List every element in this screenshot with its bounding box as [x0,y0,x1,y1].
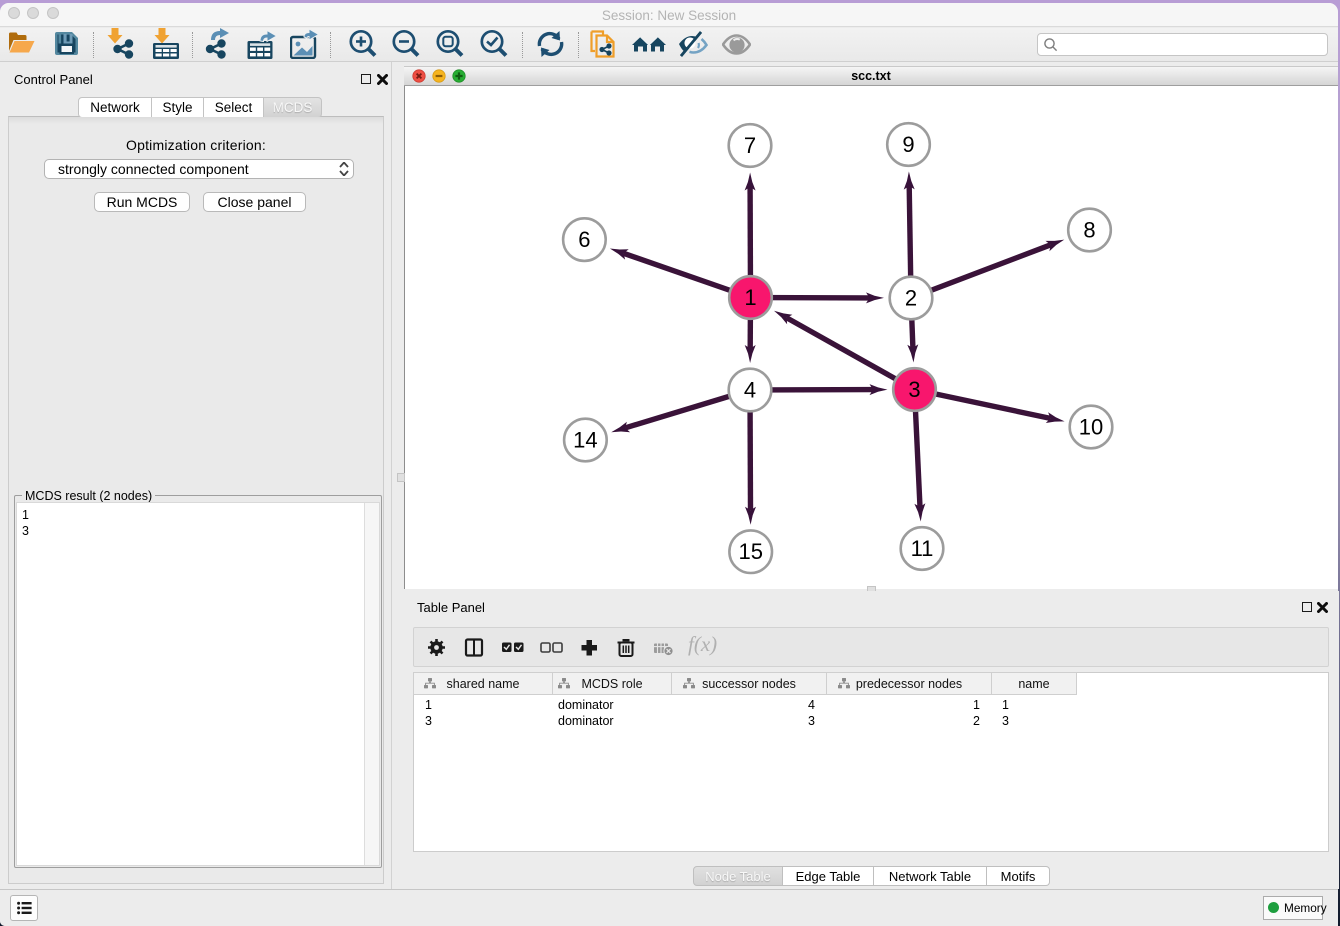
svg-text:14: 14 [573,428,597,453]
svg-text:9: 9 [902,132,914,157]
svg-text:8: 8 [1083,218,1095,243]
svg-text:11: 11 [911,536,934,561]
svg-text:2: 2 [905,286,917,311]
svg-text:4: 4 [744,378,756,403]
svg-text:10: 10 [1079,415,1103,440]
svg-text:1: 1 [744,285,756,310]
svg-text:15: 15 [738,539,762,564]
svg-text:6: 6 [578,227,590,252]
svg-text:7: 7 [744,133,756,158]
svg-text:3: 3 [908,377,920,402]
